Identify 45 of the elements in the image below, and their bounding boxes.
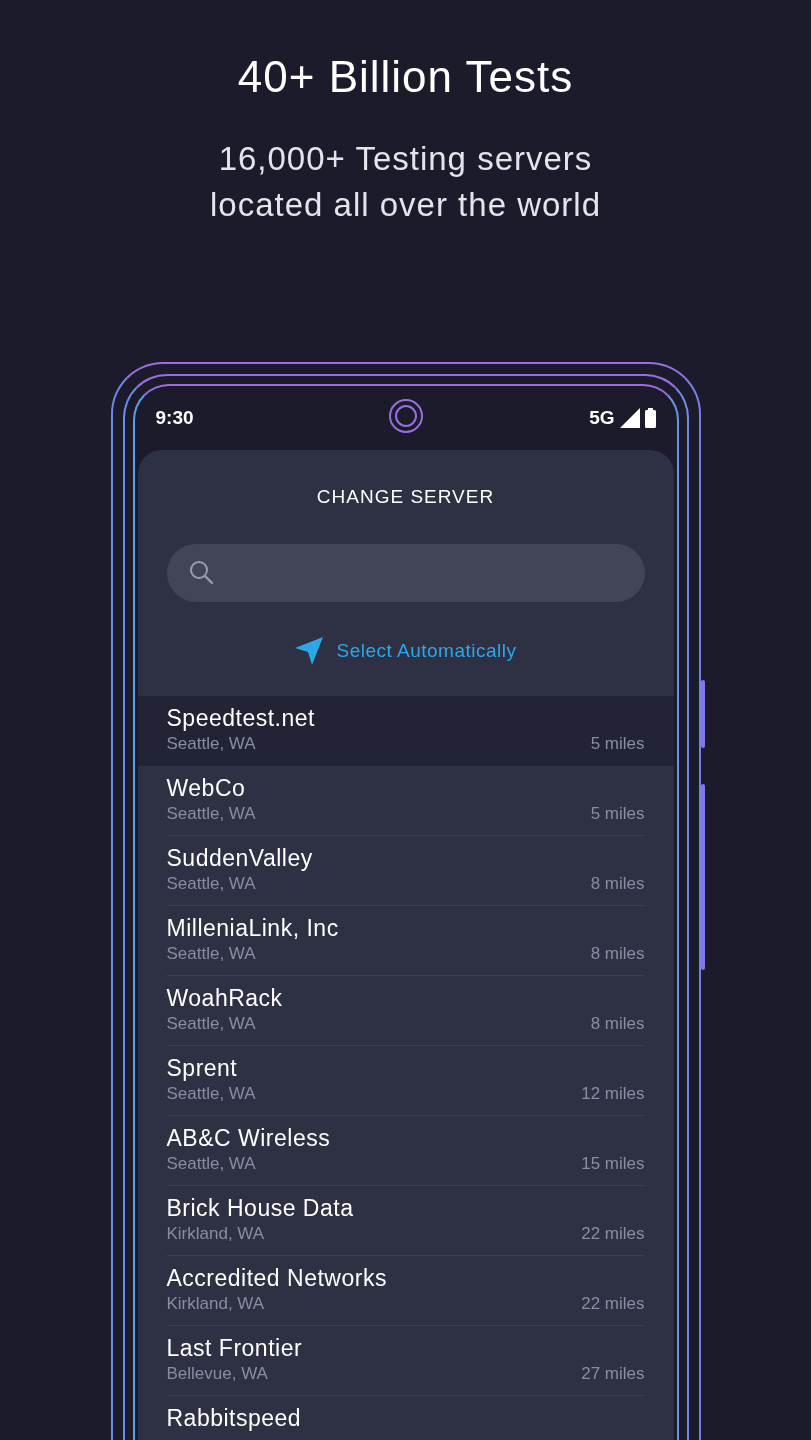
server-distance: 12 miles xyxy=(581,1084,645,1104)
server-distance: 22 miles xyxy=(581,1294,645,1314)
server-distance: 15 miles xyxy=(581,1154,645,1174)
server-name: Speedtest.net xyxy=(166,705,316,732)
server-location: Bellevue, WA xyxy=(166,1364,268,1384)
server-distance: 22 miles xyxy=(581,1224,645,1244)
server-row[interactable]: Speedtest.net Seattle, WA 5 miles xyxy=(137,696,674,766)
server-location: Seattle, WA xyxy=(166,1084,256,1104)
clock: 9:30 xyxy=(155,407,194,429)
server-name: WoahRack xyxy=(166,985,284,1012)
server-location: Seattle, WA xyxy=(166,874,256,894)
subtitle: 16,000+ Testing servers xyxy=(217,139,594,179)
server-distance: 27 miles xyxy=(581,1364,645,1384)
server-location: Seattle, WA xyxy=(166,944,256,964)
server-location: Kirkland, WA xyxy=(166,1294,265,1314)
headline: 40+ Billion Tests xyxy=(237,52,574,102)
select-automatically-link[interactable]: Select Automatically xyxy=(294,636,517,666)
camera-icon xyxy=(387,398,424,434)
server-distance: 8 miles xyxy=(590,874,645,894)
server-name: Sprent xyxy=(166,1055,239,1082)
server-location: Seattle, WA xyxy=(166,734,256,754)
server-name: Last Frontier xyxy=(166,1335,304,1362)
side-key xyxy=(700,680,705,748)
server-location: Kirkland, WA xyxy=(166,1224,265,1244)
server-distance: 8 miles xyxy=(590,1014,645,1034)
search-icon xyxy=(188,560,215,586)
server-name: Brick House Data xyxy=(166,1195,355,1222)
server-name: SuddenValley xyxy=(166,845,314,872)
sheet-title: CHANGE SERVER xyxy=(315,486,496,508)
server-distance: 5 miles xyxy=(590,734,645,754)
server-distance: 8 miles xyxy=(590,944,645,964)
subtitle: located all over the world xyxy=(210,185,601,225)
server-name: Accredited Networks xyxy=(166,1265,388,1292)
signal-icon xyxy=(619,408,640,428)
battery-icon xyxy=(644,408,656,428)
server-location: Seattle, WA xyxy=(166,1154,256,1174)
server-location: Seattle, WA xyxy=(166,804,256,824)
server-name: AB&C Wireless xyxy=(166,1125,332,1152)
server-location: Seattle, WA xyxy=(166,1014,256,1034)
navigation-arrow-icon xyxy=(294,636,325,666)
server-name: WebCo xyxy=(166,775,247,802)
server-name: Rabbitspeed xyxy=(166,1405,303,1432)
server-name: MilleniaLink, Inc xyxy=(166,915,340,942)
server-distance: 5 miles xyxy=(590,804,645,824)
network-label: 5G xyxy=(589,407,615,429)
